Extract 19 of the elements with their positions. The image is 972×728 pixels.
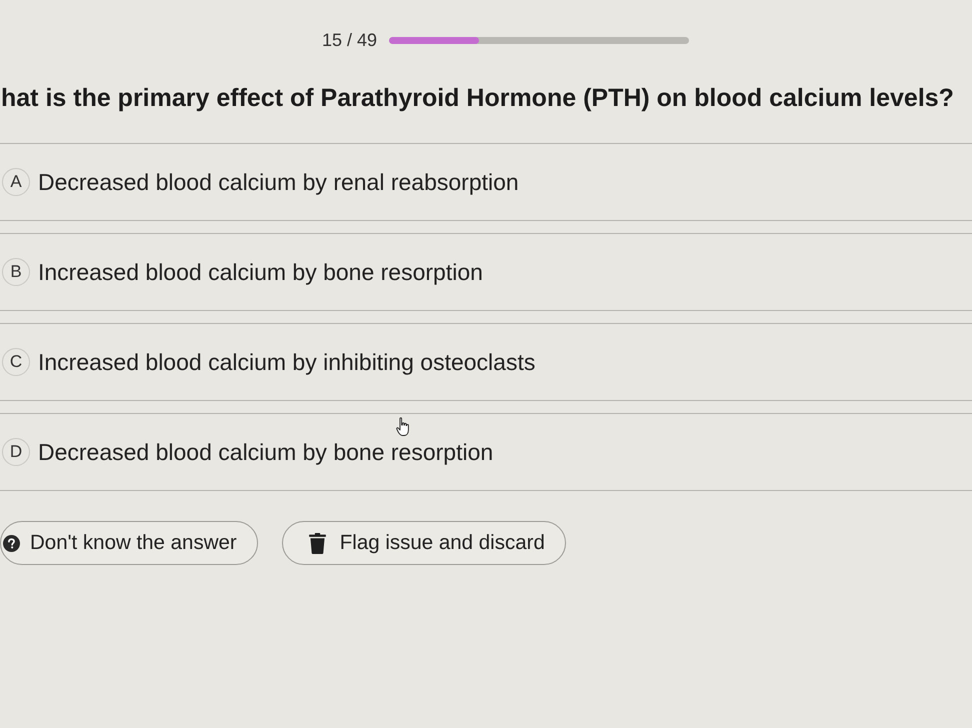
option-text: Increased blood calcium by inhibiting osteoclasts bbox=[38, 348, 536, 376]
option-letter: C bbox=[2, 348, 30, 376]
action-button[interactable]: Don't know the answer bbox=[0, 521, 258, 565]
option-letter: A bbox=[2, 168, 30, 196]
question-text: hat is the primary effect of Parathyroid Hormone (PTH) on blood calcium levels? bbox=[0, 84, 955, 113]
option-text: Decreased blood calcium by renal reabsorption bbox=[38, 168, 519, 196]
action-button[interactable]: Flag issue and discard bbox=[282, 521, 566, 565]
answer-option[interactable]: B Increased blood calcium by bone resorption bbox=[0, 233, 972, 311]
question-counter: 15 / 49 bbox=[322, 30, 378, 51]
answer-option[interactable]: A Decreased blood calcium by renal reabsorption bbox=[0, 143, 972, 221]
hand-cursor-icon bbox=[396, 417, 410, 437]
trash-icon bbox=[308, 532, 326, 554]
answer-option[interactable]: C Increased blood calcium by inhibiting osteoclasts bbox=[0, 323, 972, 401]
option-text: Increased blood calcium by bone resorption bbox=[38, 258, 483, 286]
option-text: Decreased blood calcium by bone resorption bbox=[38, 438, 494, 466]
question-circle-icon bbox=[3, 534, 20, 552]
answer-option[interactable]: D Decreased blood calcium by bone resorption bbox=[0, 413, 972, 491]
option-letter: D bbox=[2, 438, 30, 466]
option-letter: B bbox=[2, 258, 30, 286]
